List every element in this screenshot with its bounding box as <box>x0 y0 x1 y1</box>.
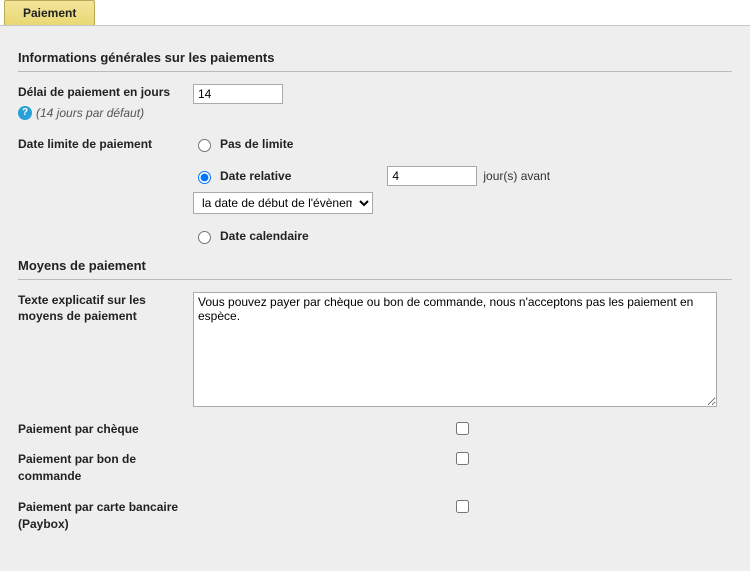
label-delay: Délai de paiement en jours ? (14 jours p… <box>18 84 193 122</box>
section-methods-title: Moyens de paiement <box>18 258 732 280</box>
label-deadline: Date limite de paiement <box>18 136 193 153</box>
radio-relative[interactable] <box>198 171 211 184</box>
help-icon[interactable]: ? <box>18 106 32 120</box>
input-relative-days[interactable] <box>387 166 477 186</box>
label-paybox: Paiement par carte bancaire (Paybox) <box>18 499 193 533</box>
relative-days-text: jour(s) avant <box>483 169 550 183</box>
radio-calendar[interactable] <box>198 231 211 244</box>
textarea-explanatory[interactable] <box>193 292 717 407</box>
checkbox-paybox[interactable] <box>193 500 732 513</box>
label-bon: Paiement par bon de commande <box>18 451 193 485</box>
label-explanatory-text: Texte explicatif sur les moyens de paiem… <box>18 292 193 326</box>
tab-paiement[interactable]: Paiement <box>4 0 95 25</box>
select-relative-ref[interactable]: la date de début de l'évènement <box>193 192 373 214</box>
radio-calendar-label: Date calendaire <box>220 229 309 243</box>
radio-no-limit-label: Pas de limite <box>220 137 293 151</box>
checkbox-bon[interactable] <box>193 452 732 465</box>
label-cheque: Paiement par chèque <box>18 421 193 438</box>
panel: Informations générales sur les paiements… <box>0 26 750 571</box>
input-delay-days[interactable] <box>193 84 283 104</box>
tab-bar: Paiement <box>0 0 750 26</box>
radio-no-limit[interactable] <box>198 139 211 152</box>
hint-delay: (14 jours par défaut) <box>36 105 144 122</box>
checkbox-cheque[interactable] <box>193 422 732 435</box>
radio-relative-label: Date relative <box>220 169 291 183</box>
section-general-title: Informations générales sur les paiements <box>18 50 732 72</box>
